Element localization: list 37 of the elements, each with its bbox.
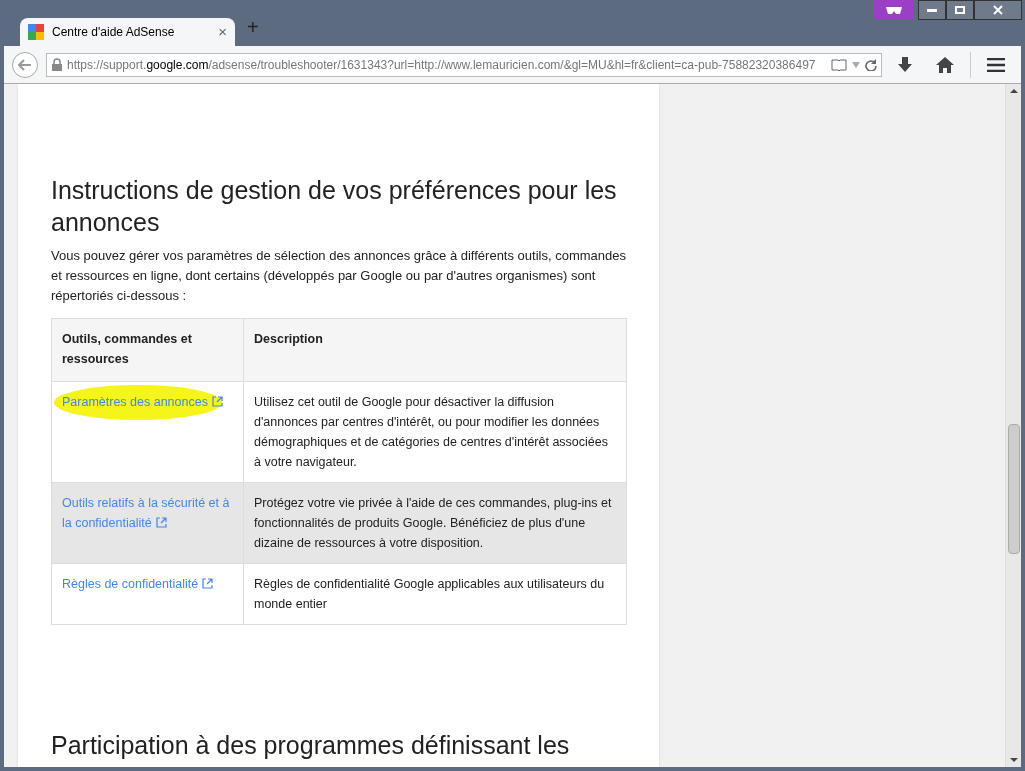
mask-button[interactable] [874,0,914,20]
table-cell: Protégez votre vie privée à l'aide de ces commandes, plug-ins et fonctionnalités de produits Google. Bénéficiez de plus d'une dizaine de ressources à votre disposition. [243,482,627,564]
section-heading: Instructions de gestion de vos préférences pour les annonces [51,175,618,238]
new-tab-button[interactable]: + [247,12,259,42]
download-icon[interactable] [898,56,912,73]
tab-close-button[interactable]: × [218,20,227,44]
column-header: Outils, commandes et ressources [51,318,244,382]
link[interactable]: Paramètres des annonces [62,392,233,412]
back-arrow-icon [18,58,32,71]
scrollbar[interactable] [1005,84,1021,767]
external-link-icon [155,517,167,528]
close-button[interactable] [974,0,1022,20]
column-header: Description [243,318,627,382]
home-icon[interactable] [936,56,954,73]
external-link-icon [202,578,214,589]
menu-icon[interactable] [987,57,1005,72]
scrollbar-thumb[interactable] [1007,424,1020,554]
table-cell: Règles de confidentialité Google applicables aux utilisateurs du monde entier [243,563,627,625]
browser-tab[interactable]: Centre d'aide AdSense × [20,18,235,46]
external-link-icon [211,396,223,407]
lock-icon [51,58,63,71]
close-icon [993,5,1003,15]
table-cell: Utilisez cet outil de Google pour désactiver la diffusion d'annonces par centres d'intérêt, ou pour modifier les données démographiques et de catégories de centres d'intérêt associées à votre navigateur. [243,381,627,483]
url-text: https://support.google.com/adsense/troubleshooter/1631343?url=http://www.lemauricien.com/&gl=MU&hl=fr&client=ca-pub-75882320386497 [67,56,817,74]
intro-paragraph: Vous pouvez gérer vos paramètres de sélection des annonces grâce à différents outils, commandes et ressources en ligne, dont certains (développés par Google ou par d'autres organismes) sont répertoriés ci-dessous : [51,247,626,305]
mask-icon [885,5,903,15]
maximize-button[interactable] [946,0,974,20]
reload-icon[interactable] [865,58,877,71]
minimize-button[interactable] [918,0,946,20]
back-button[interactable] [12,51,38,78]
scroll-down-icon[interactable] [1009,757,1018,763]
address-bar[interactable]: https://support.google.com/adsense/troubleshooter/1631343?url=http://www.lemauricien.com/&gl=MU&hl=fr&client=ca-pub-75882320386497 [46,52,882,77]
tab-title: Centre d'aide AdSense [52,24,176,41]
section-heading: Participation à des programmes définissant les [51,730,571,761]
scroll-up-icon[interactable] [1009,88,1018,94]
tab-favicon-icon [28,24,44,40]
reader-view-icon[interactable] [831,58,847,71]
